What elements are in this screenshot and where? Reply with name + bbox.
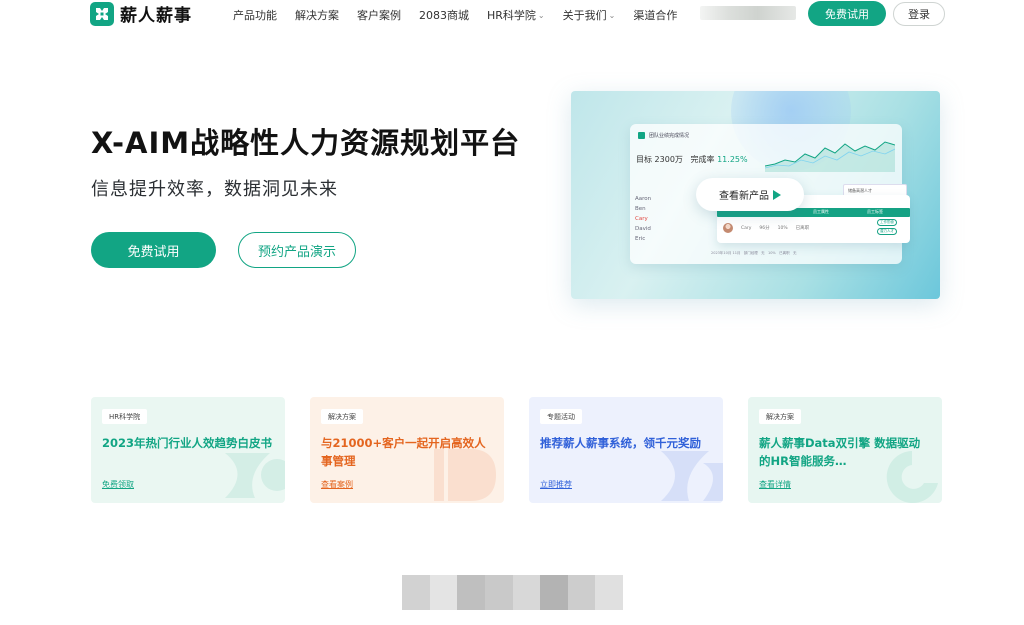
nav-item-about[interactable]: 关于我们 ⌄	[563, 7, 616, 23]
brand-name: 薪人薪事	[120, 6, 192, 26]
card-title: 2023年热门行业人效趋势白皮书	[102, 436, 273, 450]
hero-title: X-AIM战略性人力资源规划平台	[91, 126, 521, 160]
card-link[interactable]: 查看案例	[321, 479, 353, 490]
table-cell: 部门经理	[743, 251, 758, 255]
employee-name: Cary	[741, 225, 752, 231]
card-badge: 专题活动	[540, 409, 582, 424]
card-link[interactable]: 查看详情	[759, 479, 791, 490]
blurred-content-placeholder	[402, 575, 623, 610]
list-item: Cary	[635, 216, 648, 222]
chevron-down-icon: ⌄	[608, 10, 616, 20]
card-title: 薪人薪事Data双引擎 数据驱动的HR智能服务…	[759, 436, 921, 468]
card-badge: HR科学院	[102, 409, 148, 424]
preview-kpi: 目标 2300万 完成率 11.25%	[636, 154, 748, 165]
tag: 潜力人才	[877, 228, 897, 235]
table-cell: 10%	[767, 251, 776, 255]
book-demo-button[interactable]: 预约产品演示	[238, 232, 356, 268]
chevron-down-icon: ⌄	[537, 10, 545, 20]
nav-item-solutions[interactable]: 解决方案	[295, 7, 339, 23]
kpi-rate-label: 完成率	[690, 155, 715, 164]
card-link[interactable]: 免费领取	[102, 479, 134, 490]
table-cell: 已离职	[795, 226, 810, 231]
decorative-x-shape-icon	[661, 451, 723, 501]
table-header-cell: 员工标签	[867, 209, 883, 214]
promo-card-referral[interactable]: 专题活动 推荐薪人薪事系统，领千元奖励 立即推荐	[529, 397, 723, 503]
card-badge: 解决方案	[321, 409, 363, 424]
nav-item-hr-academy[interactable]: HR科学院 ⌄	[487, 7, 545, 23]
hero-product-preview: 团队业绩完成情况 目标 2300万 完成率 11.25% Aaron Ben C…	[571, 91, 940, 299]
list-item: Ben	[635, 206, 646, 212]
nav-label: 解决方案	[295, 9, 339, 22]
preview-bottom-row: 2023年10月 11月 部门经理 无 10% 已离职 无	[711, 251, 796, 256]
brand-logo[interactable]: 薪人薪事	[90, 1, 192, 26]
nav-label: HR科学院	[487, 9, 536, 22]
nav-label: 产品功能	[233, 9, 277, 22]
list-item: Aaron	[635, 196, 652, 202]
free-trial-button[interactable]: 免费试用	[808, 1, 886, 26]
promo-cards: HR科学院 2023年热门行业人效趋势白皮书 免费领取 解决方案 与21000+…	[91, 397, 942, 503]
card-title: 与21000+客户一起开启高效人事管理	[321, 436, 486, 468]
sparkline-chart	[765, 141, 895, 172]
kpi-target-label: 目标	[636, 155, 652, 164]
view-new-product-label: 查看新产品	[719, 191, 769, 202]
preview-name-list: Aaron Ben Cary David Eric	[635, 194, 651, 244]
list-item: David	[635, 226, 651, 232]
nav-label: 渠道合作	[633, 9, 678, 22]
top-navbar: 薪人薪事 产品功能 解决方案 客户案例 2083商城 HR科学院 ⌄ 关于我们 ⌄ …	[0, 0, 1024, 30]
nav-item-mall[interactable]: 2083商城	[419, 7, 469, 23]
login-button[interactable]: 登录	[893, 2, 945, 26]
hero-free-trial-button[interactable]: 免费试用	[91, 232, 216, 268]
tag: 工作勤奋	[877, 219, 897, 226]
list-item: Eric	[635, 236, 646, 242]
table-cell: 无	[761, 251, 765, 255]
card-title: 推荐薪人薪事系统，领千元奖励	[540, 436, 701, 450]
view-new-product-button[interactable]: 查看新产品	[696, 178, 804, 211]
table-cell: 10%	[777, 225, 788, 231]
table-header-cell: 员工属性	[813, 209, 829, 214]
preview-card-title: 团队业绩完成情况	[649, 133, 690, 139]
main-menu: 产品功能 解决方案 客户案例 2083商城 HR科学院 ⌄ 关于我们 ⌄ 渠道合作	[233, 7, 677, 23]
table-cell: 2023年10月 11月	[711, 251, 741, 255]
table-cell: 已离职	[779, 251, 790, 255]
table-cell: 无	[792, 251, 797, 255]
hero-subtitle: 信息提升效率，数据洞见未来	[91, 179, 338, 200]
blurred-phone-number	[700, 6, 796, 20]
nav-label: 关于我们	[562, 9, 607, 22]
avatar	[723, 223, 733, 233]
mini-logo-icon	[638, 132, 645, 139]
decorative-x-shape-icon	[225, 453, 285, 498]
promo-card-customers[interactable]: 解决方案 与21000+客户一起开启高效人事管理 查看案例	[310, 397, 504, 503]
card-link[interactable]: 立即推荐	[540, 479, 572, 490]
nav-item-cases[interactable]: 客户案例	[357, 7, 401, 23]
kpi-target-value: 2300万	[654, 155, 683, 164]
preview-employee-row: Cary 96分 10% 已离职	[723, 223, 809, 233]
card-badge: 解决方案	[759, 409, 801, 424]
promo-card-whitepaper[interactable]: HR科学院 2023年热门行业人效趋势白皮书 免费领取	[91, 397, 285, 503]
brand-logo-icon	[90, 1, 114, 26]
nav-item-channel[interactable]: 渠道合作	[633, 7, 677, 23]
nav-label: 客户案例	[357, 9, 401, 22]
nav-label: 2083商城	[419, 9, 469, 22]
promo-card-data-engine[interactable]: 解决方案 薪人薪事Data双引擎 数据驱动的HR智能服务… 查看详情	[748, 397, 942, 503]
preview-card-header: 团队业绩完成情况	[638, 132, 689, 139]
employee-tags: 工作勤奋 潜力人才	[877, 219, 897, 235]
kpi-rate-value: 11.25%	[717, 155, 748, 164]
table-cell: 96分	[759, 226, 770, 231]
nav-item-products[interactable]: 产品功能	[233, 7, 277, 23]
play-icon	[773, 189, 781, 200]
